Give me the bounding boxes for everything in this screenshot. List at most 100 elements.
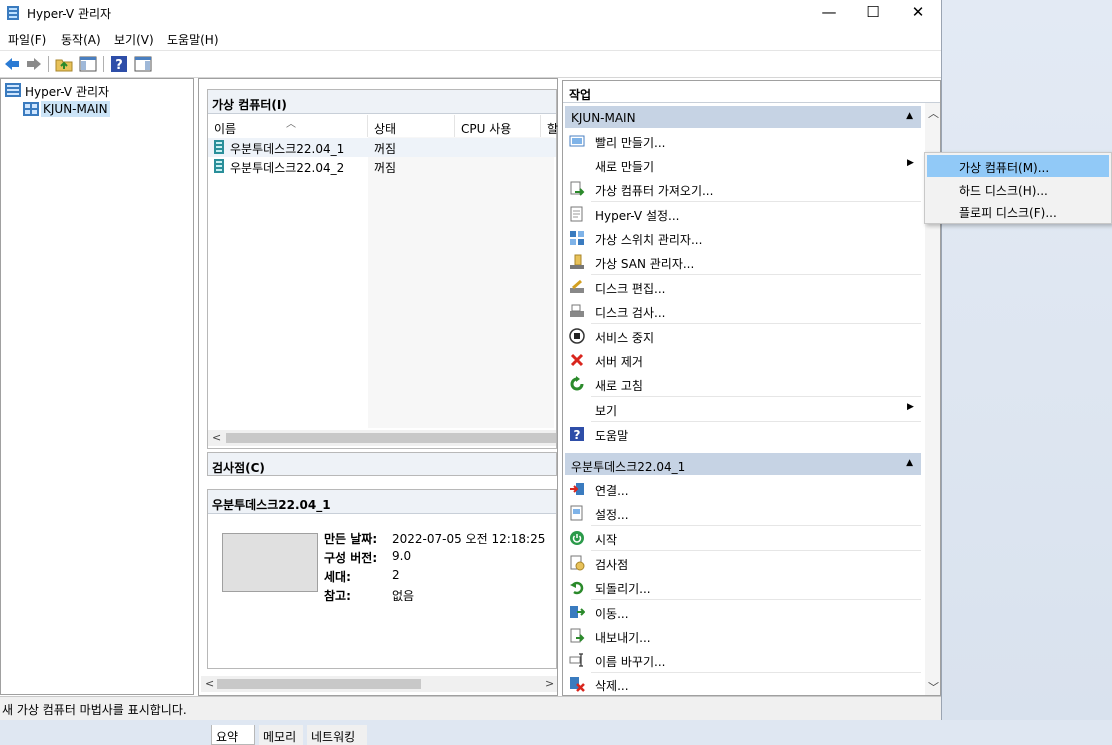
- tree-root-label[interactable]: Hyper-V 관리자: [25, 83, 109, 100]
- action-label: 시작: [595, 533, 618, 547]
- action-inspect-disk[interactable]: 디스크 검사...: [563, 300, 919, 322]
- vm-state: 꺼짐: [374, 161, 397, 175]
- action-edit-disk[interactable]: 디스크 편집...: [563, 276, 919, 298]
- menu-action[interactable]: 동작(A): [61, 31, 101, 48]
- action-import-vm[interactable]: 가상 컴퓨터 가져오기...: [563, 178, 919, 200]
- details-panel: 우분투데스크22.04_1 만든 날짜: 2022-07-05 오전 12:18…: [207, 489, 557, 669]
- scroll-up-icon[interactable]: ︿: [928, 105, 939, 121]
- center-horizontal-scrollbar[interactable]: < >: [201, 676, 557, 692]
- action-virtual-san-manager[interactable]: 가상 SAN 관리자...: [563, 251, 919, 273]
- action-label: 가상 컴퓨터 가져오기...: [595, 184, 714, 198]
- action-remove-server[interactable]: 서버 제거: [563, 349, 919, 371]
- rename-icon: [569, 653, 583, 667]
- scroll-left-icon[interactable]: <: [205, 677, 214, 690]
- move-icon: [570, 606, 585, 618]
- tree-server-item[interactable]: KJUN-MAIN: [41, 101, 110, 117]
- action-help[interactable]: ? 도움말: [563, 423, 919, 445]
- minimize-button[interactable]: —: [806, 0, 852, 26]
- delete-icon: [570, 677, 585, 692]
- details-header: 우분투데스크22.04_1: [208, 490, 556, 514]
- action-stop-service[interactable]: 서비스 중지: [563, 325, 919, 347]
- action-refresh[interactable]: 새로 고침: [563, 373, 919, 395]
- status-bar: 새 가상 컴퓨터 마법사를 표시합니다.: [0, 696, 941, 720]
- action-checkpoint[interactable]: 검사점: [563, 552, 919, 574]
- show-hide-action-pane-icon[interactable]: [134, 55, 152, 73]
- detail-value: 없음: [392, 589, 415, 603]
- menu-item-new-hard-disk[interactable]: 하드 디스크(H)...: [927, 178, 1109, 200]
- action-label: 이름 바꾸기...: [595, 655, 666, 669]
- action-label: 디스크 편집...: [595, 282, 666, 296]
- vm-row[interactable]: 우분투데스크22.04_2 꺼짐: [208, 157, 556, 176]
- scroll-thumb[interactable]: [226, 433, 556, 443]
- action-revert[interactable]: 되돌리기...: [563, 576, 919, 598]
- action-quick-create[interactable]: 빨리 만들기...: [563, 130, 919, 152]
- section-server[interactable]: KJUN-MAIN ▲: [565, 106, 921, 128]
- column-memory[interactable]: 할: [541, 115, 561, 137]
- collapse-icon[interactable]: ▲: [906, 111, 913, 121]
- action-label: 가상 SAN 관리자...: [595, 257, 695, 271]
- menu-item-new-floppy-disk[interactable]: 플로피 디스크(F)...: [927, 200, 1109, 222]
- scroll-thumb[interactable]: [217, 679, 421, 689]
- edit-disk-icon: [570, 279, 584, 293]
- collapse-icon[interactable]: ▲: [906, 458, 913, 468]
- actions-pane: 작업 ︿ ﹀ KJUN-MAIN ▲ 빨리 만들기... 새로 만들기 ▶ 가상 컴…: [562, 80, 941, 696]
- help-icon[interactable]: ?: [110, 55, 128, 73]
- import-icon: [570, 181, 585, 196]
- action-view[interactable]: 보기 ▶: [563, 398, 919, 420]
- menu-view[interactable]: 보기(V): [114, 31, 154, 48]
- maximize-button[interactable]: ☐: [850, 0, 896, 26]
- vm-row[interactable]: 우분투데스크22.04_1 꺼짐: [208, 138, 556, 157]
- scroll-down-icon[interactable]: ﹀: [928, 679, 939, 695]
- action-label: 서버 제거: [595, 355, 643, 369]
- quick-create-icon: [569, 135, 585, 147]
- menu-file[interactable]: 파일(F): [8, 31, 46, 48]
- help-icon: ?: [570, 427, 584, 442]
- hyperv-app-icon: [7, 6, 19, 20]
- tab-memory[interactable]: 메모리: [259, 725, 303, 745]
- action-start[interactable]: 시작: [563, 527, 919, 549]
- section-vm[interactable]: 우분투데스크22.04_1 ▲: [565, 453, 921, 475]
- vm-name: 우분투데스크22.04_2: [230, 161, 345, 175]
- inspect-disk-icon: [570, 304, 584, 317]
- action-new[interactable]: 새로 만들기 ▶: [563, 154, 919, 176]
- action-connect[interactable]: 연결...: [563, 478, 919, 500]
- menu-item-label: 플로피 디스크(F)...: [959, 206, 1057, 220]
- up-folder-icon[interactable]: [55, 55, 73, 73]
- column-cpu[interactable]: CPU 사용: [455, 115, 541, 137]
- back-arrow-icon[interactable]: [3, 55, 21, 73]
- tab-summary[interactable]: 요약: [211, 725, 255, 745]
- action-label: 가상 스위치 관리자...: [595, 233, 703, 247]
- vm-settings-icon: [570, 505, 583, 521]
- checkpoint-icon: [570, 555, 585, 571]
- close-button[interactable]: ✕: [895, 0, 941, 26]
- action-hyperv-settings[interactable]: Hyper-V 설정...: [563, 203, 919, 225]
- detail-value: 2: [392, 568, 400, 582]
- title-bar: Hyper-V 관리자 — ☐ ✕: [0, 0, 941, 26]
- action-label: 새로 고침: [595, 379, 643, 393]
- action-move[interactable]: 이동...: [563, 601, 919, 623]
- menu-item-new-vm[interactable]: 가상 컴퓨터(M)...: [927, 155, 1109, 177]
- menu-item-label: 하드 디스크(H)...: [959, 184, 1048, 198]
- scroll-left-icon[interactable]: <: [212, 431, 221, 444]
- action-virtual-switch-manager[interactable]: 가상 스위치 관리자...: [563, 227, 919, 249]
- tab-networking[interactable]: 네트워킹: [307, 725, 367, 745]
- action-rename[interactable]: 이름 바꾸기...: [563, 649, 919, 671]
- action-delete[interactable]: 삭제...: [563, 673, 919, 695]
- scroll-right-icon[interactable]: >: [545, 677, 554, 690]
- menu-help[interactable]: 도움말(H): [167, 31, 219, 48]
- action-export[interactable]: 내보내기...: [563, 625, 919, 647]
- remove-icon: [570, 353, 584, 367]
- action-vm-settings[interactable]: 설정...: [563, 502, 919, 524]
- action-label: 빨리 만들기...: [595, 136, 666, 150]
- show-hide-console-tree-icon[interactable]: [79, 55, 97, 73]
- desktop-background: [942, 0, 1112, 720]
- forward-arrow-icon[interactable]: [25, 55, 43, 73]
- new-submenu: 가상 컴퓨터(M)... 하드 디스크(H)... 플로피 디스크(F)...: [924, 152, 1112, 224]
- action-label: 검사점: [595, 558, 629, 572]
- vm-state: 꺼짐: [374, 142, 397, 156]
- vm-list-horizontal-scrollbar[interactable]: <: [208, 430, 556, 446]
- switch-manager-icon: [570, 231, 584, 245]
- svg-text:?: ?: [115, 58, 123, 73]
- column-state[interactable]: 상태: [368, 115, 455, 137]
- submenu-arrow-icon: ▶: [907, 158, 914, 168]
